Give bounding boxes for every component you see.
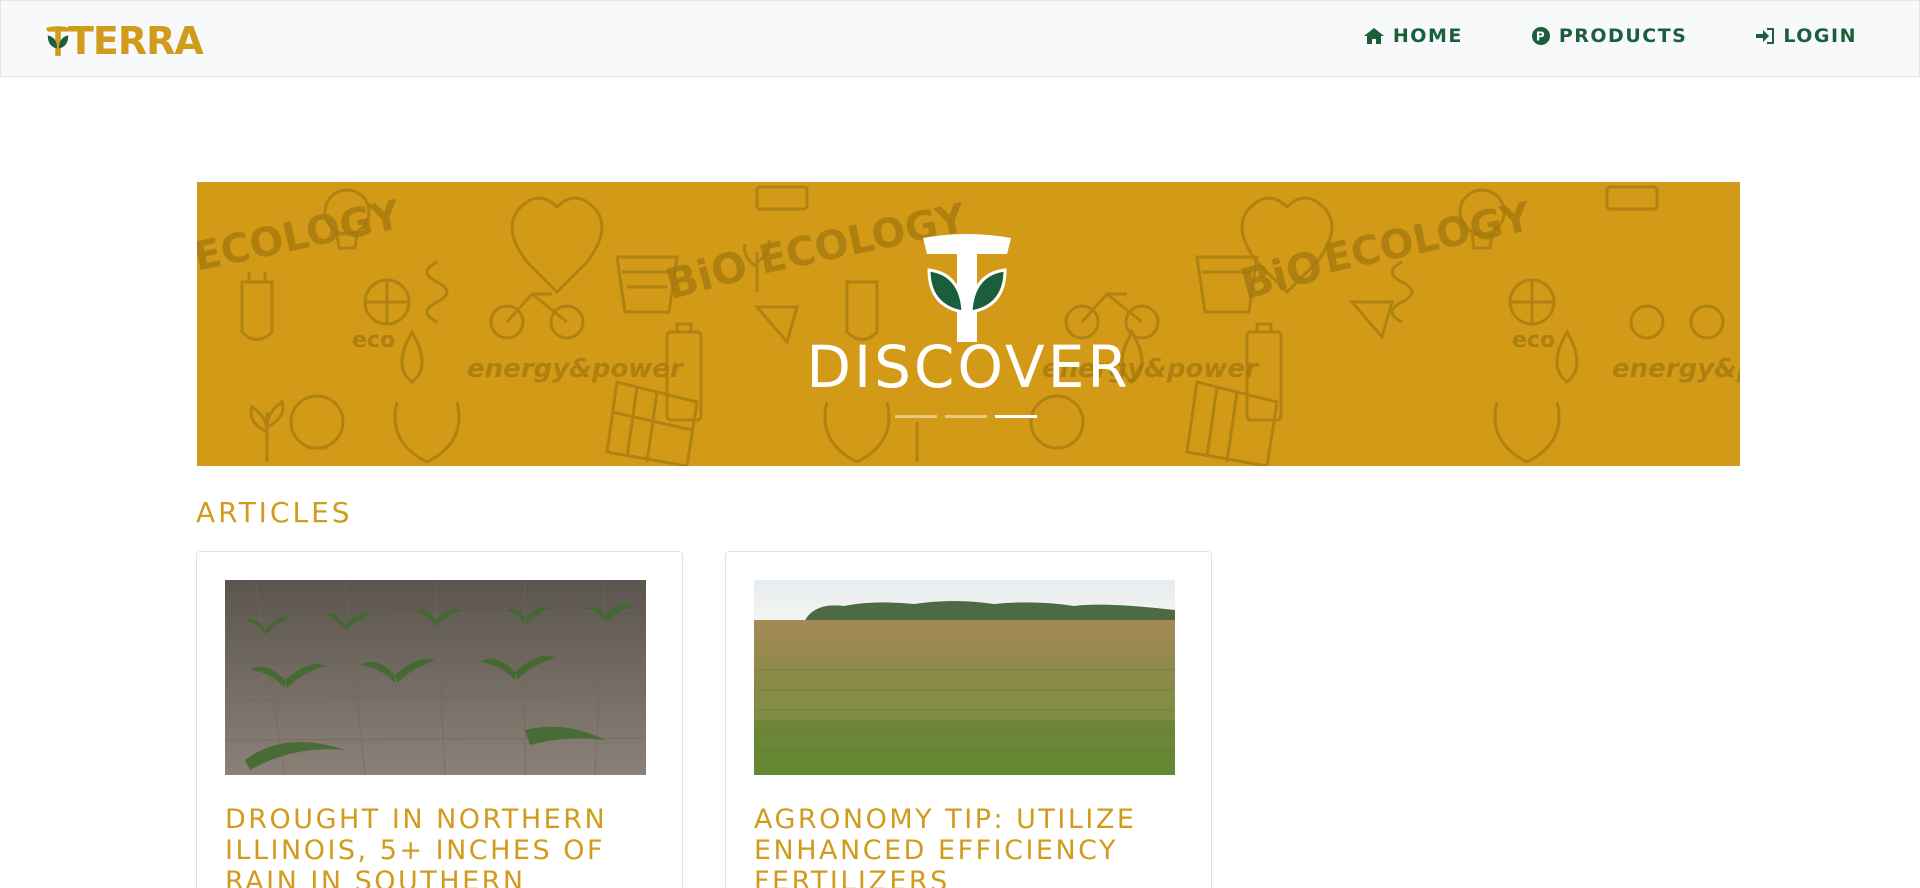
logo-text: TERRA xyxy=(68,19,204,63)
green-field-photo xyxy=(754,580,1175,775)
articles-heading: ARTICLES xyxy=(196,496,353,529)
nav-products-label: PRODUCTS xyxy=(1558,25,1688,47)
terra-t-leaf-logo-icon xyxy=(923,234,1011,342)
article-image-dry-cornfield[interactable] xyxy=(225,580,646,775)
sign-in-icon xyxy=(1756,28,1775,44)
article-image-green-field[interactable] xyxy=(754,580,1175,775)
product-icon: P xyxy=(1531,27,1550,45)
pattern-ecology-text: ECOLOGY xyxy=(197,192,405,281)
svg-text:ECOLOGY: ECOLOGY xyxy=(1320,194,1536,283)
nav-login-label: LOGIN xyxy=(1783,25,1857,47)
svg-text:P: P xyxy=(1536,30,1546,44)
nav-home-label: HOME xyxy=(1392,25,1463,47)
carousel-indicator-3[interactable] xyxy=(995,415,1037,418)
carousel-indicator-1[interactable] xyxy=(895,415,937,418)
hero-title: DISCOVER xyxy=(806,333,1131,401)
nav-login[interactable]: LOGIN xyxy=(1755,25,1857,47)
hero-carousel[interactable]: ECOLOGY ECOLOGY ECOLOGY BiO BiO eco eco … xyxy=(197,182,1740,466)
leaf-t-logo-icon xyxy=(45,26,71,56)
article-card[interactable]: DROUGHT IN NORTHERN ILLINOIS, 5+ INCHES … xyxy=(196,551,683,888)
svg-text:BiO: BiO xyxy=(661,240,753,309)
carousel-indicators xyxy=(895,415,1037,418)
main-nav: HOME P PRODUCTS LOGIN xyxy=(1363,25,1857,47)
article-title[interactable]: DROUGHT IN NORTHERN ILLINOIS, 5+ INCHES … xyxy=(225,804,645,888)
article-card[interactable]: AGRONOMY TIP: UTILIZE ENHANCED EFFICIENC… xyxy=(725,551,1212,888)
terra-logo[interactable]: TERRA xyxy=(44,19,204,63)
dry-cornfield-photo xyxy=(225,580,646,775)
navbar: TERRA HOME P PRODUCTS LOGIN xyxy=(0,0,1920,77)
article-title[interactable]: AGRONOMY TIP: UTILIZE ENHANCED EFFICIENC… xyxy=(754,804,1174,888)
nav-home[interactable]: HOME xyxy=(1363,25,1463,47)
home-icon xyxy=(1363,28,1384,44)
carousel-indicator-2[interactable] xyxy=(945,415,987,418)
nav-products[interactable]: P PRODUCTS xyxy=(1531,25,1688,47)
